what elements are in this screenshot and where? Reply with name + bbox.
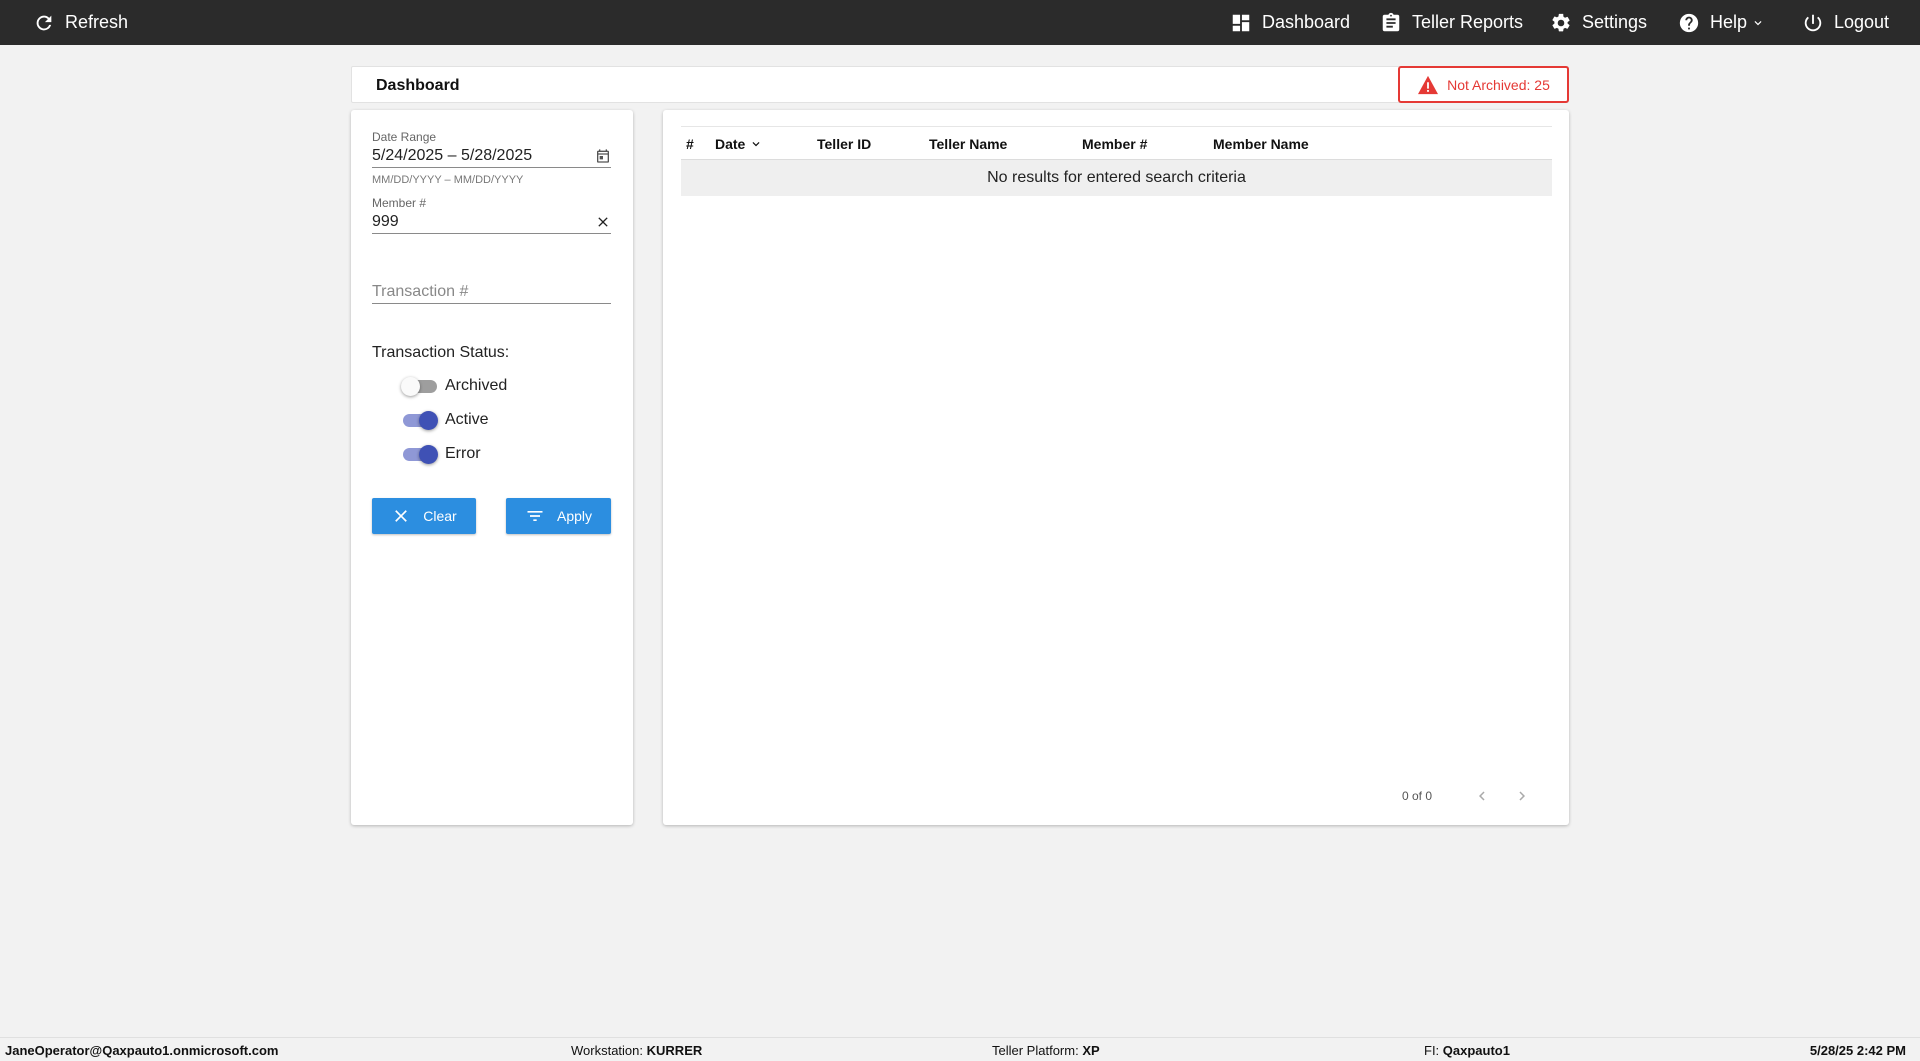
clipboard-icon: [1382, 12, 1400, 31]
footer-user: JaneOperator@Qaxpauto1.onmicrosoft.com: [5, 1043, 279, 1058]
refresh-icon: [36, 15, 52, 30]
not-archived-badge[interactable]: Not Archived: 25: [1398, 66, 1569, 103]
footer-fi: FI: Qaxpauto1: [1424, 1043, 1510, 1058]
filter-icon: [527, 511, 543, 521]
chevron-right-icon: [1519, 791, 1525, 801]
active-switch[interactable]: [401, 410, 438, 430]
toggle-archived-label: Archived: [445, 377, 508, 394]
warning-icon: [1418, 75, 1439, 94]
refresh-label: Refresh: [65, 12, 129, 32]
nav-teller-reports-label: Teller Reports: [1412, 12, 1524, 32]
footer-datetime: 5/28/25 2:42 PM: [1809, 1043, 1906, 1058]
member-value: 999: [372, 212, 399, 230]
col-teller-id[interactable]: Teller ID: [817, 136, 871, 152]
transaction-placeholder: Transaction #: [372, 282, 469, 300]
table-header: # Date Teller ID Teller Name Member # Me…: [681, 126, 1552, 160]
previous-page-button[interactable]: [1472, 786, 1492, 806]
member-field: Member # 999: [372, 196, 611, 234]
status-footer: JaneOperator@Qaxpauto1.onmicrosoft.com W…: [0, 1037, 1920, 1061]
dashboard-icon: [1232, 14, 1250, 31]
col-member-number[interactable]: Member #: [1082, 136, 1147, 152]
error-switch[interactable]: [401, 444, 438, 464]
not-archived-label: Not Archived: 25: [1447, 76, 1550, 93]
chevron-down-icon: [1754, 20, 1762, 25]
top-nav-bar: Refresh Dashboard Teller Reports Setting…: [0, 0, 1920, 45]
date-range-field: Date Range 5/24/2025 – 5/28/2025 MM/DD/Y…: [372, 130, 611, 186]
close-icon: [395, 510, 408, 522]
nav-help-label: Help: [1710, 12, 1748, 32]
transaction-status-label: Transaction Status:: [372, 344, 510, 361]
nav-dashboard-label: Dashboard: [1262, 12, 1351, 32]
member-input[interactable]: 999: [372, 210, 611, 234]
power-icon: [1804, 14, 1822, 31]
filter-panel: Date Range 5/24/2025 – 5/28/2025 MM/DD/Y…: [351, 110, 633, 825]
close-icon[interactable]: [595, 214, 611, 230]
logout-label: Logout: [1834, 12, 1890, 32]
nav-settings-label: Settings: [1582, 12, 1648, 32]
footer-platform: Teller Platform: XP: [992, 1043, 1100, 1058]
nav-dashboard[interactable]: Dashboard: [1230, 0, 1350, 45]
toggle-archived[interactable]: Archived: [401, 376, 507, 396]
member-label: Member #: [372, 196, 427, 210]
transaction-field: Transaction #: [372, 280, 611, 304]
toggle-error[interactable]: Error: [401, 444, 481, 464]
clear-button[interactable]: Clear: [372, 498, 476, 534]
toggle-active-label: Active: [445, 411, 489, 428]
col-date[interactable]: Date: [715, 136, 763, 152]
refresh-button[interactable]: Refresh: [33, 0, 128, 45]
transaction-input[interactable]: Transaction #: [372, 280, 611, 304]
footer-workstation: Workstation: KURRER: [571, 1043, 703, 1058]
logout-button[interactable]: Logout: [1802, 0, 1889, 45]
no-results-message: No results for entered search criteria: [681, 160, 1552, 196]
page-title: Dashboard: [376, 77, 460, 94]
toggle-error-label: Error: [445, 445, 481, 462]
chevron-left-icon: [1479, 791, 1485, 801]
apply-button[interactable]: Apply: [506, 498, 611, 534]
toggle-active[interactable]: Active: [401, 410, 489, 430]
apply-label: Apply: [556, 508, 593, 524]
gear-icon: [1552, 13, 1570, 31]
pager-range: 0 of 0: [1402, 789, 1433, 803]
date-range-value: 5/24/2025 – 5/28/2025: [372, 146, 533, 164]
date-range-label: Date Range: [372, 130, 437, 144]
nav-settings[interactable]: Settings: [1550, 0, 1647, 45]
date-range-input[interactable]: 5/24/2025 – 5/28/2025: [372, 144, 611, 168]
col-member-name[interactable]: Member Name: [1213, 136, 1309, 152]
archived-switch[interactable]: [401, 376, 437, 396]
page-header: Dashboard: [351, 66, 1569, 103]
clear-label: Clear: [423, 508, 457, 524]
nav-teller-reports[interactable]: Teller Reports: [1380, 0, 1523, 45]
nav-help[interactable]: Help: [1678, 0, 1765, 45]
help-icon: [1679, 13, 1699, 32]
chevron-down-icon: [752, 142, 760, 147]
results-panel: # Date Teller ID Teller Name Member # Me…: [663, 110, 1569, 825]
date-range-hint: MM/DD/YYYY – MM/DD/YYYY: [372, 174, 524, 186]
col-teller-name[interactable]: Teller Name: [929, 136, 1007, 152]
calendar-icon[interactable]: [595, 148, 611, 164]
next-page-button[interactable]: [1512, 786, 1532, 806]
col-number[interactable]: #: [686, 136, 694, 152]
